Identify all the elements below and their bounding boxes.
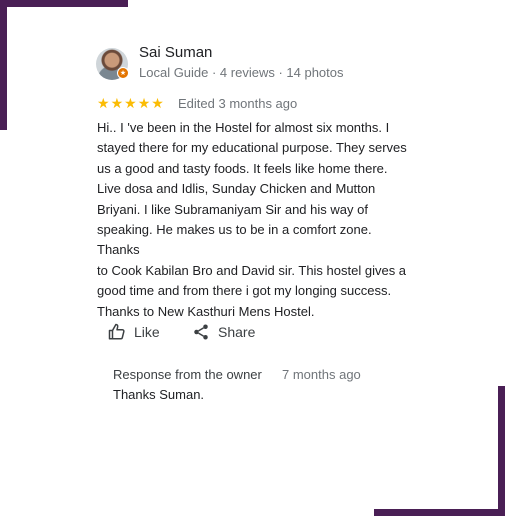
star-icon: ★: [110, 95, 124, 111]
frame-corner-top-left-horizontal: [0, 0, 128, 7]
like-label: Like: [134, 324, 160, 340]
like-button[interactable]: Like: [108, 321, 160, 343]
star-icon: ★: [151, 95, 164, 111]
reviewer-avatar[interactable]: ★: [96, 48, 129, 80]
review-text: Hi.. I 've been in the Hostel for almost…: [97, 118, 415, 322]
owner-response-heading: Response from the owner: [113, 367, 262, 382]
reviewer-name[interactable]: Sai Suman: [139, 44, 212, 61]
share-icon: [192, 323, 210, 341]
frame-corner-bottom-right-horizontal: [374, 509, 505, 516]
review-text-line: to Cook Kabilan Bro and David sir. This …: [97, 262, 407, 278]
review-text-line: speaking. He makes us to be in a comfort…: [97, 222, 372, 258]
review-text-line: us a good and tasty foods. It feels like…: [97, 160, 388, 176]
review-text-line: Live dosa and Idlis, Sunday Chicken and …: [97, 181, 376, 197]
owner-response-text: Thanks Suman.: [113, 387, 205, 402]
local-guide-badge-icon: ★: [117, 67, 129, 79]
share-label: Share: [218, 324, 256, 340]
frame-corner-top-left-vertical: [0, 0, 7, 130]
frame-corner-bottom-right-vertical: [498, 386, 505, 516]
share-button[interactable]: Share: [192, 321, 255, 343]
star-icon: ★: [97, 95, 110, 111]
review-text-line: Thanks to New Kasthuri Mens Hostel.: [97, 303, 315, 319]
owner-response-time: 7 months ago: [282, 367, 361, 382]
review-text-line: Hi.. I 've been in the Hostel for almost…: [97, 120, 390, 135]
star-icon: ★: [124, 95, 137, 111]
star-rating: ★ ★ ★ ★ ★: [97, 95, 164, 111]
reviewer-meta: Local Guide · 4 reviews · 14 photos: [139, 65, 344, 80]
star-icon: ★: [137, 95, 151, 111]
thumb-up-icon: [108, 323, 126, 341]
review-text-line: stayed there for my educational purpose.…: [97, 140, 407, 156]
edited-timestamp: Edited 3 months ago: [178, 96, 298, 111]
review-text-line: Briyani. I like Subramaniyam Sir and his…: [97, 201, 368, 217]
review-text-line: good time and from there i got my longin…: [97, 283, 392, 299]
